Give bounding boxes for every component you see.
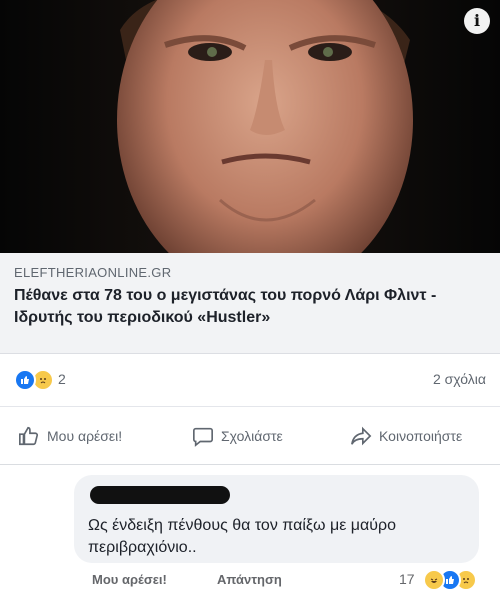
comment-bubble[interactable]: Ως ένδειξη πένθους θα τον παίξω με μαύρο… xyxy=(74,475,479,563)
redacted-author-name xyxy=(90,486,230,504)
share-label: Κοινοποιήστε xyxy=(379,428,463,444)
thumbs-up-icon xyxy=(19,426,39,446)
share-button[interactable]: Κοινοποιήστε xyxy=(350,425,462,447)
comment-label: Σχολιάστε xyxy=(221,428,283,444)
comment-reaction-count[interactable]: 17 xyxy=(399,571,415,587)
comment-button[interactable]: Σχολιάστε xyxy=(192,425,283,447)
post-stats: 2 2 σχόλια xyxy=(0,354,500,407)
comment-icon xyxy=(193,427,213,447)
link-domain: ELEFTHERIAONLINE.GR xyxy=(14,265,172,280)
comments-count[interactable]: 2 σχόλια xyxy=(433,371,486,387)
info-icon[interactable]: i xyxy=(464,8,490,34)
like-button[interactable]: Μου αρέσει! xyxy=(18,425,122,447)
like-label: Μου αρέσει! xyxy=(47,428,123,444)
face-photo xyxy=(0,0,500,253)
like-reaction-icon[interactable] xyxy=(14,369,36,391)
comment-like-link[interactable]: Μου αρέσει! xyxy=(92,572,167,587)
share-arrow-icon xyxy=(351,426,372,446)
comment-reply-link[interactable]: Απάντηση xyxy=(217,572,282,587)
post-actions: Μου αρέσει! Σχολιάστε Κοινοποιήστε xyxy=(0,407,500,465)
link-preview[interactable]: ELEFTHERIAONLINE.GR Πέθανε στα 78 του ο … xyxy=(0,253,500,354)
article-image[interactable]: i xyxy=(0,0,500,253)
reaction-count[interactable]: 2 xyxy=(58,371,66,387)
link-headline[interactable]: Πέθανε στα 78 του ο μεγιστάνας του πορνό… xyxy=(14,285,484,329)
comment-text: Ως ένδειξη πένθους θα τον παίξω με μαύρο… xyxy=(88,517,396,556)
haha-reaction-icon xyxy=(423,569,445,591)
comment-section: Ως ένδειξη πένθους θα τον παίξω με μαύρο… xyxy=(0,465,500,593)
